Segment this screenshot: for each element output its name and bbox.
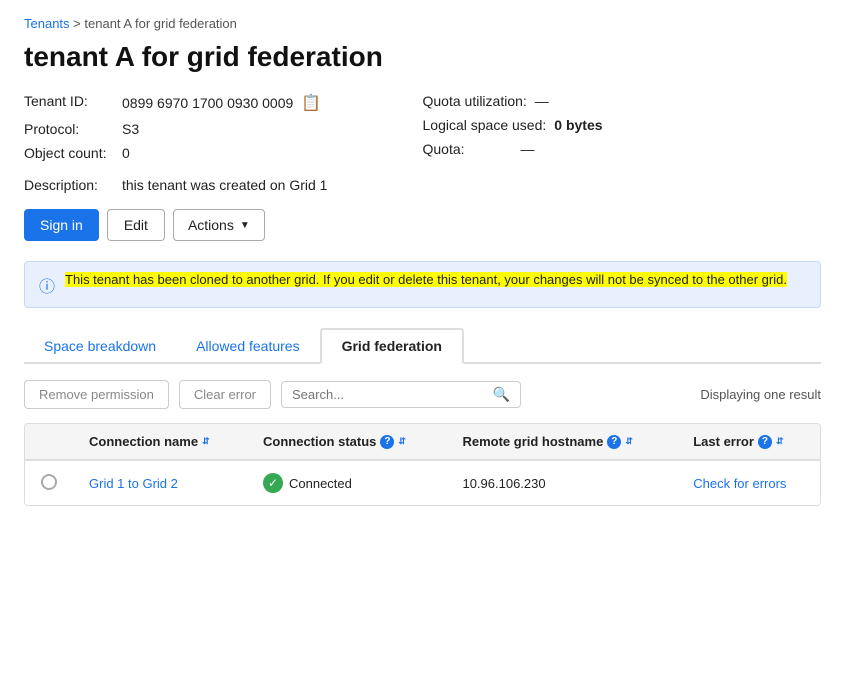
search-box[interactable]: 🔍	[281, 381, 521, 408]
alert-text: This tenant has been cloned to another g…	[65, 272, 787, 287]
connection-status-value: Connected	[289, 476, 352, 491]
remote-grid-hostname-value: 10.96.106.230	[462, 476, 545, 491]
info-icon: ⓘ	[39, 273, 55, 297]
last-error-help-icon[interactable]: ?	[758, 435, 772, 449]
tab-allowed-features[interactable]: Allowed features	[176, 330, 320, 364]
last-error-cell: Check for errors	[677, 460, 820, 505]
remote-grid-hostname-sort-icon[interactable]: ⇵	[625, 437, 633, 446]
breadcrumb-separator: >	[73, 16, 84, 31]
connection-name-label: Connection name	[89, 434, 198, 449]
protocol-value: S3	[122, 121, 139, 137]
connection-name-link[interactable]: Grid 1 to Grid 2	[89, 476, 178, 491]
toolbar-row: Remove permission Clear error 🔍 Displayi…	[24, 380, 821, 409]
result-count: Displaying one result	[700, 387, 821, 402]
table-body: Grid 1 to Grid 2 ✓ Connected 10.96.106.2…	[25, 460, 820, 505]
status-connected: ✓ Connected	[263, 473, 430, 493]
last-error-sort-icon[interactable]: ⇵	[776, 437, 784, 446]
quota-utilization-label: Quota utilization:	[423, 93, 527, 109]
check-for-errors-link[interactable]: Check for errors	[693, 476, 786, 491]
remove-permission-button[interactable]: Remove permission	[24, 380, 169, 409]
row-radio-button[interactable]	[41, 474, 57, 490]
table-header-row: Connection name ⇵ Connection status ? ⇵	[25, 424, 820, 460]
object-count-row: Object count: 0	[24, 145, 423, 161]
select-column-header	[25, 424, 73, 460]
alert-banner: ⓘ This tenant has been cloned to another…	[24, 261, 821, 308]
breadcrumb: Tenants > tenant A for grid federation	[24, 16, 821, 31]
last-error-header: Last error ? ⇵	[677, 424, 820, 460]
quota-label: Quota:	[423, 141, 513, 157]
description-label: Description:	[24, 177, 114, 193]
tenant-id-row: Tenant ID: 0899 6970 1700 0930 0009 📋	[24, 93, 423, 113]
remote-grid-hostname-label: Remote grid hostname	[462, 434, 603, 449]
quota-value: —	[521, 141, 535, 157]
actions-row: Sign in Edit Actions ▼	[24, 209, 821, 241]
info-right: Quota utilization: — Logical space used:…	[423, 93, 822, 161]
tenant-id-value-group: 0899 6970 1700 0930 0009 📋	[122, 93, 321, 113]
remote-grid-hostname-cell: 10.96.106.230	[446, 460, 677, 505]
connection-status-label: Connection status	[263, 434, 376, 449]
tab-space-breakdown[interactable]: Space breakdown	[24, 330, 176, 364]
edit-button[interactable]: Edit	[107, 209, 165, 241]
info-left: Tenant ID: 0899 6970 1700 0930 0009 📋 Pr…	[24, 93, 423, 161]
connected-check-icon: ✓	[263, 473, 283, 493]
logical-space-row: Logical space used: 0 bytes	[423, 117, 822, 133]
tabs-row: Space breakdown Allowed features Grid fe…	[24, 328, 821, 364]
connection-name-sort-icon[interactable]: ⇵	[202, 437, 210, 446]
clear-error-button[interactable]: Clear error	[179, 380, 271, 409]
table: Connection name ⇵ Connection status ? ⇵	[25, 424, 820, 505]
page-title: tenant A for grid federation	[24, 41, 821, 73]
logical-space-value: 0 bytes	[554, 117, 602, 133]
table-header: Connection name ⇵ Connection status ? ⇵	[25, 424, 820, 460]
chevron-down-icon: ▼	[240, 220, 250, 231]
protocol-label: Protocol:	[24, 121, 114, 137]
search-icon: 🔍	[493, 386, 510, 403]
tab-grid-federation[interactable]: Grid federation	[320, 328, 464, 364]
search-input[interactable]	[292, 387, 487, 402]
alert-highlighted-text: This tenant has been cloned to another g…	[65, 272, 787, 287]
description-value: this tenant was created on Grid 1	[122, 177, 327, 193]
breadcrumb-current: tenant A for grid federation	[84, 16, 237, 31]
protocol-row: Protocol: S3	[24, 121, 423, 137]
object-count-value: 0	[122, 145, 130, 161]
quota-utilization-value: —	[535, 93, 549, 109]
description-row: Description: this tenant was created on …	[24, 177, 821, 193]
connection-status-cell: ✓ Connected	[247, 460, 446, 505]
tenant-id-value: 0899 6970 1700 0930 0009	[122, 95, 293, 111]
connection-name-header: Connection name ⇵	[73, 424, 247, 460]
tenant-info-grid: Tenant ID: 0899 6970 1700 0930 0009 📋 Pr…	[24, 93, 821, 161]
quota-utilization-row: Quota utilization: —	[423, 93, 822, 109]
connection-status-sort-icon[interactable]: ⇵	[398, 437, 406, 446]
grid-federation-table: Connection name ⇵ Connection status ? ⇵	[24, 423, 821, 506]
sign-in-button[interactable]: Sign in	[24, 209, 99, 241]
actions-button[interactable]: Actions ▼	[173, 209, 265, 241]
tenant-id-label: Tenant ID:	[24, 93, 114, 109]
connection-status-header: Connection status ? ⇵	[247, 424, 446, 460]
quota-row: Quota: —	[423, 141, 822, 157]
last-error-label: Last error	[693, 434, 754, 449]
breadcrumb-parent[interactable]: Tenants	[24, 16, 70, 31]
copy-icon[interactable]: 📋	[301, 93, 321, 113]
table-row: Grid 1 to Grid 2 ✓ Connected 10.96.106.2…	[25, 460, 820, 505]
remote-grid-hostname-help-icon[interactable]: ?	[607, 435, 621, 449]
connection-status-help-icon[interactable]: ?	[380, 435, 394, 449]
row-select-cell	[25, 460, 73, 505]
object-count-label: Object count:	[24, 145, 114, 161]
logical-space-label: Logical space used:	[423, 117, 547, 133]
actions-label: Actions	[188, 217, 234, 233]
remote-grid-hostname-header: Remote grid hostname ? ⇵	[446, 424, 677, 460]
connection-name-cell: Grid 1 to Grid 2	[73, 460, 247, 505]
